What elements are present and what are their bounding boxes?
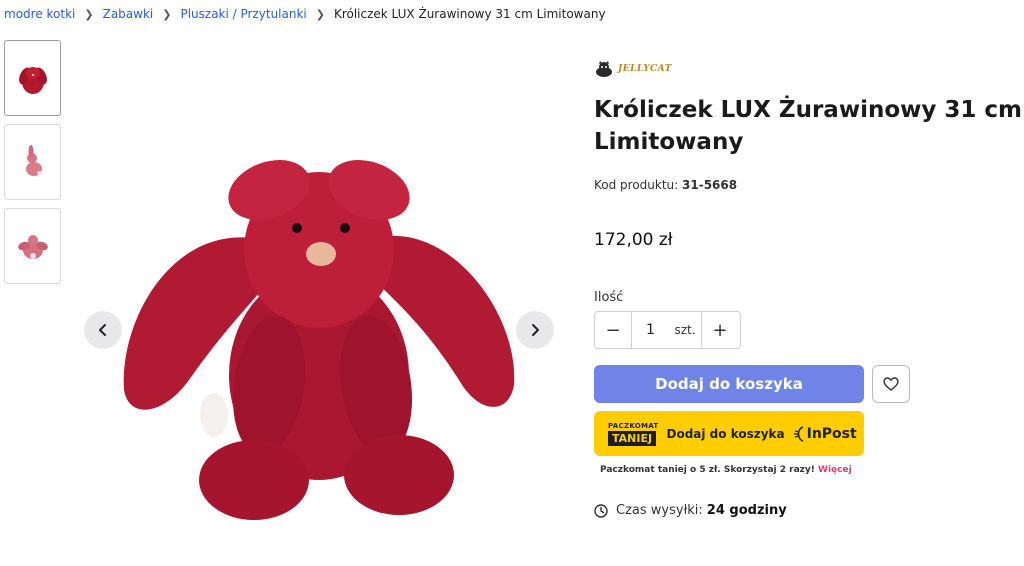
brand-logo[interactable]: JELLYCAT bbox=[594, 58, 1024, 80]
bunny-back-thumbnail bbox=[17, 235, 48, 259]
product-title: Króliczek LUX Żurawinowy 31 cm Limitowan… bbox=[594, 97, 1022, 155]
inpost-add-to-cart-button[interactable]: PACZKOMAT TANIEJ Dodaj do koszyka InPost bbox=[594, 411, 864, 456]
add-to-cart-button[interactable]: Dodaj do koszyka bbox=[594, 365, 864, 403]
badge-top-text: PACZKOMAT bbox=[608, 421, 659, 430]
breadcrumb-link-plush[interactable]: Pluszaki / Przytulanki bbox=[180, 7, 306, 21]
shipping-value: 24 godziny bbox=[706, 503, 787, 518]
product-gallery bbox=[84, 40, 556, 540]
breadcrumb-current: Króliczek LUX Żurawinowy 31 cm Limitowan… bbox=[333, 7, 606, 21]
chevron-right-icon: ❯ bbox=[315, 7, 325, 21]
product-info: JELLYCAT Króliczek LUX Żurawinowy 31 cm … bbox=[594, 58, 1024, 518]
wishlist-button[interactable] bbox=[872, 365, 910, 403]
bunny-side-thumbnail bbox=[25, 145, 43, 176]
quantity-input[interactable]: 1 bbox=[631, 312, 669, 348]
breadcrumb: modre kotki ❯ Zabawki ❯ Pluszaki / Przyt… bbox=[4, 7, 606, 21]
inpost-brand-text: InPost bbox=[806, 425, 857, 442]
chevron-left-icon bbox=[99, 324, 106, 336]
bunny-front-thumbnail bbox=[18, 67, 47, 94]
product-main-image bbox=[123, 160, 515, 520]
quantity-increase-button[interactable]: + bbox=[702, 312, 738, 348]
inpost-logo: InPost bbox=[793, 425, 857, 443]
chevron-right-icon: ❯ bbox=[84, 7, 94, 21]
thumbnail-2[interactable] bbox=[4, 124, 61, 200]
badge-bottom-text: TANIEJ bbox=[608, 430, 657, 446]
chevron-right-icon: ❯ bbox=[162, 7, 172, 21]
jellycat-cat-icon bbox=[596, 61, 612, 77]
inpost-swoosh-icon bbox=[793, 425, 803, 442]
quantity-stepper: − 1 szt. + bbox=[594, 311, 741, 349]
cart-actions: Dodaj do koszyka bbox=[594, 365, 1024, 403]
product-price: 172,00 zł bbox=[594, 230, 673, 250]
thumbnail-1[interactable] bbox=[4, 40, 61, 116]
chevron-right-icon bbox=[532, 324, 539, 336]
promo-text: Paczkomat taniej o 5 zł. Skorzystaj 2 ra… bbox=[600, 465, 815, 475]
promo-note: Paczkomat taniej o 5 zł. Skorzystaj 2 ra… bbox=[594, 465, 1024, 475]
paczkomat-taniej-badge: PACZKOMAT TANIEJ bbox=[608, 422, 659, 446]
shipping-label: Czas wysyłki: bbox=[616, 503, 703, 518]
brand-name: JELLYCAT bbox=[618, 64, 672, 74]
shipping-time: Czas wysyłki: 24 godziny bbox=[594, 503, 1024, 518]
product-code: Kod produktu: 31-5668 bbox=[594, 178, 1024, 192]
thumbnail-3[interactable] bbox=[4, 208, 61, 284]
inpost-button-label: Dodaj do koszyka bbox=[666, 426, 785, 441]
quantity-label: Ilość bbox=[594, 290, 624, 305]
breadcrumb-link-home[interactable]: modre kotki bbox=[4, 7, 75, 21]
heart-icon bbox=[883, 377, 899, 391]
product-code-value: 31-5668 bbox=[682, 178, 738, 192]
quantity-unit: szt. bbox=[669, 312, 702, 348]
thumbnail-list bbox=[4, 40, 62, 292]
product-code-label: Kod produktu: bbox=[594, 178, 679, 192]
quantity-decrease-button[interactable]: − bbox=[595, 312, 631, 348]
breadcrumb-link-toys[interactable]: Zabawki bbox=[103, 7, 154, 21]
gallery-next-button[interactable] bbox=[516, 311, 554, 349]
clock-icon bbox=[594, 503, 608, 518]
promo-more-link[interactable]: Więcej bbox=[818, 465, 852, 475]
